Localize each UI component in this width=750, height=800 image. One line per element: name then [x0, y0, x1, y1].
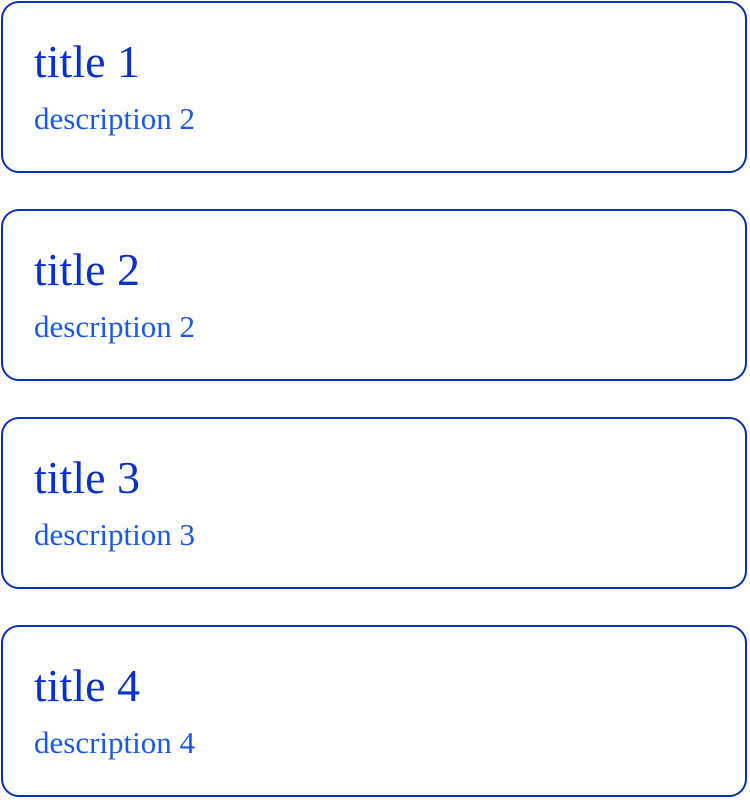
card-description: description 3	[34, 517, 195, 552]
card-title: title 4	[34, 660, 141, 711]
card-description: description 2	[34, 309, 195, 344]
card-description: description 4	[34, 725, 195, 760]
card-list: title 1 description 2 title 2 descriptio…	[0, 0, 750, 800]
card-item[interactable]: title 3 description 3	[1, 417, 747, 589]
card-item[interactable]: title 2 description 2	[1, 209, 747, 381]
card-title: title 1	[34, 36, 141, 87]
card-title: title 2	[34, 244, 141, 295]
card-title: title 3	[34, 452, 141, 503]
card-item[interactable]: title 4 description 4	[1, 625, 747, 797]
card-item[interactable]: title 1 description 2	[1, 1, 747, 173]
card-description: description 2	[34, 101, 195, 136]
